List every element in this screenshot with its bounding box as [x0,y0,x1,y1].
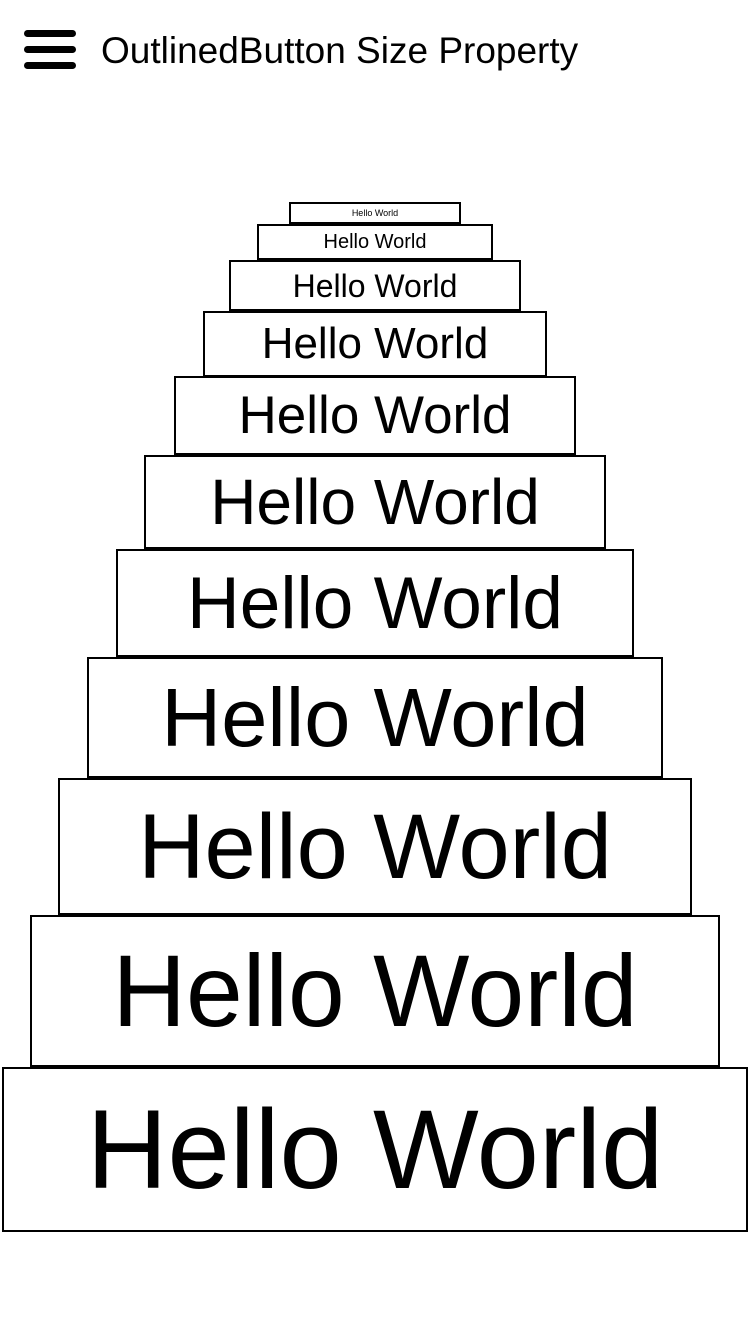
button-label: Hello World [351,207,399,218]
outlined-button-size-1[interactable]: Hello World [289,202,461,224]
button-label: Hello World [112,934,638,1048]
outlined-button-size-8[interactable]: Hello World [87,657,663,778]
outlined-button-size-9[interactable]: Hello World [58,778,692,915]
button-label: Hello World [261,319,489,368]
button-label: Hello World [86,1086,664,1212]
outlined-button-size-10[interactable]: Hello World [30,915,720,1067]
outlined-button-size-3[interactable]: Hello World [229,260,521,311]
button-label: Hello World [161,671,589,764]
outlined-button-size-5[interactable]: Hello World [174,376,576,455]
button-label: Hello World [187,562,563,644]
outlined-button-size-4[interactable]: Hello World [203,311,547,377]
button-label: Hello World [323,231,427,253]
page-title: OutlinedButton Size Property [101,30,579,71]
outlined-button-size-11[interactable]: Hello World [2,1067,748,1232]
outlined-button-size-7[interactable]: Hello World [116,549,634,657]
menu-button[interactable] [20,24,80,76]
outlined-button-size-2[interactable]: Hello World [257,224,493,260]
button-label: Hello World [238,386,512,445]
outlined-button-size-6[interactable]: Hello World [144,455,606,549]
app-bar: OutlinedButton Size Property [0,0,750,100]
button-label: Hello World [210,466,540,538]
button-label: Hello World [138,795,612,898]
button-label: Hello World [292,267,458,304]
